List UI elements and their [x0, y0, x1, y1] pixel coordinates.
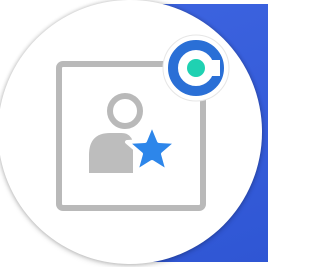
c-logo-badge-icon — [162, 34, 230, 102]
app-icon-stage — [0, 0, 268, 267]
person-head-icon — [107, 93, 143, 129]
star-icon — [125, 122, 179, 174]
person-body-icon — [89, 133, 133, 173]
profile-favorite-app-icon[interactable] — [0, 0, 268, 267]
